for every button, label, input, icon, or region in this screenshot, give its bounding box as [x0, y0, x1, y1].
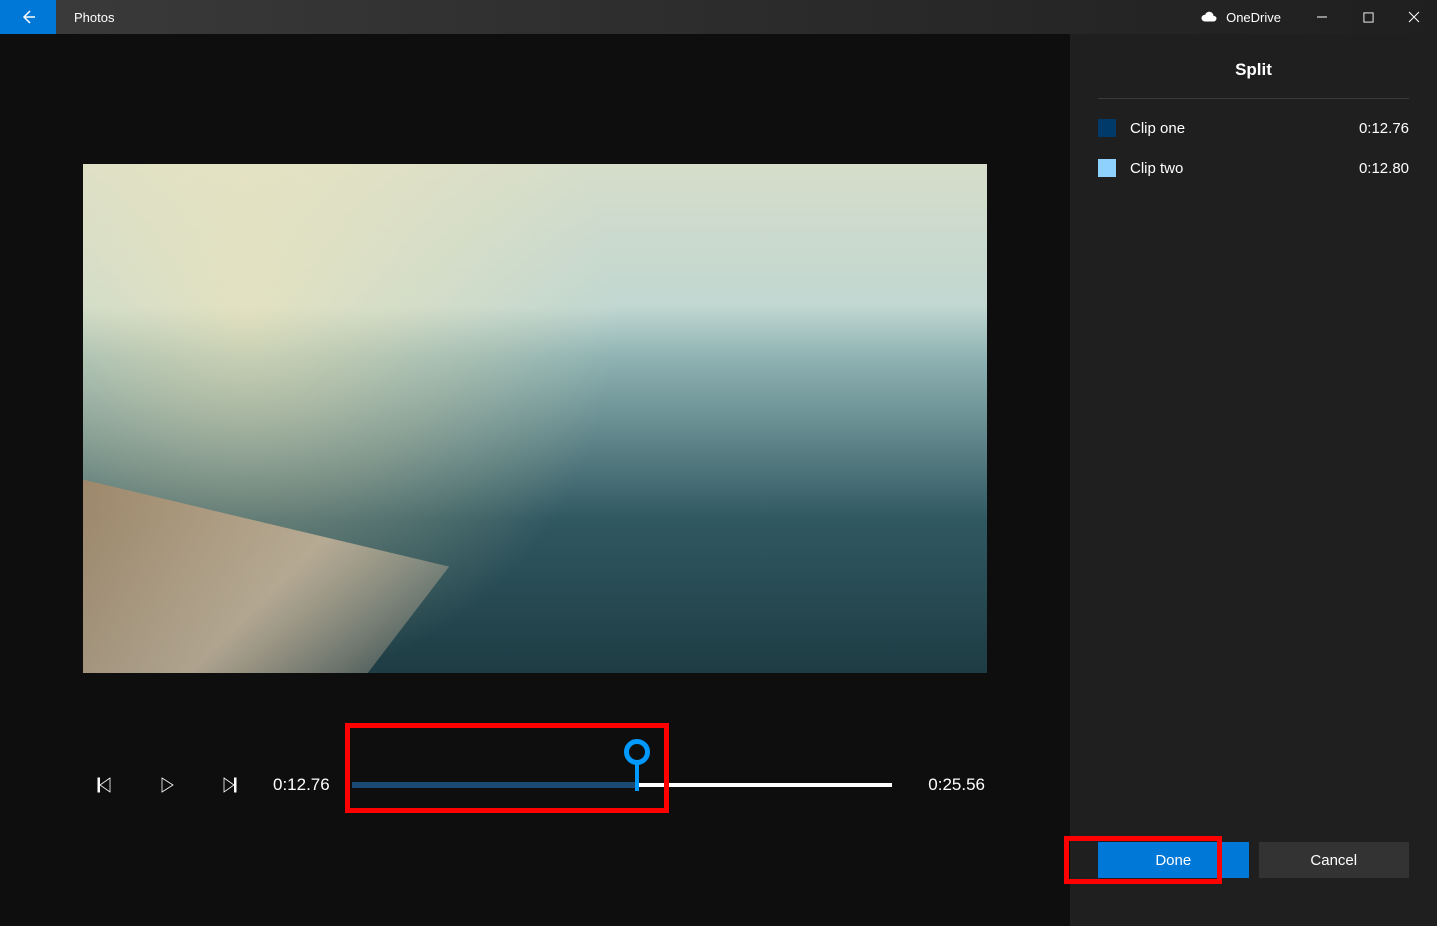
play-button[interactable] — [155, 773, 179, 797]
clip-label: Clip two — [1130, 160, 1345, 177]
playhead-stem — [635, 763, 639, 791]
editor-area: 0:12.76 0:25.56 — [0, 34, 1070, 926]
playback-controls: 0:12.76 0:25.56 — [85, 755, 985, 815]
control-buttons — [93, 773, 241, 797]
current-time: 0:12.76 — [273, 775, 330, 795]
cloud-icon — [1200, 11, 1218, 23]
total-time: 0:25.56 — [928, 775, 985, 795]
clip-color-swatch — [1098, 159, 1116, 177]
playhead-handle-icon — [624, 739, 650, 765]
minimize-icon — [1316, 11, 1328, 23]
close-icon — [1408, 11, 1420, 23]
clip-duration: 0:12.76 — [1359, 120, 1409, 137]
close-button[interactable] — [1391, 11, 1437, 23]
done-button[interactable]: Done — [1098, 842, 1249, 878]
sidebar-header: Split — [1098, 46, 1409, 99]
sidebar-title: Split — [1098, 60, 1409, 80]
clip-row-one[interactable]: Clip one 0:12.76 — [1098, 119, 1409, 137]
sidebar-actions: Done Cancel — [1070, 842, 1437, 926]
titlebar: Photos OneDrive — [0, 0, 1437, 34]
clip-color-swatch — [1098, 119, 1116, 137]
split-sidebar: Split Clip one 0:12.76 Clip two 0:12.80 … — [1070, 34, 1437, 926]
main-layout: 0:12.76 0:25.56 Split Clip one 0:12.76 — [0, 34, 1437, 926]
timeline-progress — [352, 782, 637, 788]
minimize-button[interactable] — [1299, 11, 1345, 23]
step-forward-button[interactable] — [217, 773, 241, 797]
app-title: Photos — [56, 0, 1182, 34]
video-frame — [83, 164, 987, 673]
onedrive-label: OneDrive — [1226, 10, 1281, 25]
play-icon — [158, 776, 176, 794]
titlebar-right: OneDrive — [1182, 0, 1437, 34]
timeline[interactable] — [352, 755, 893, 815]
timeline-playhead[interactable] — [624, 739, 650, 789]
clip-row-two[interactable]: Clip two 0:12.80 — [1098, 159, 1409, 177]
back-button[interactable] — [0, 0, 56, 34]
step-back-icon — [96, 776, 114, 794]
video-preview[interactable] — [83, 164, 987, 673]
maximize-icon — [1363, 12, 1374, 23]
step-forward-icon — [220, 776, 238, 794]
onedrive-indicator[interactable]: OneDrive — [1182, 10, 1299, 25]
cancel-button[interactable]: Cancel — [1259, 842, 1410, 878]
clip-label: Clip one — [1130, 120, 1345, 137]
highlight-timeline — [345, 723, 669, 813]
arrow-left-icon — [19, 8, 37, 26]
clip-duration: 0:12.80 — [1359, 160, 1409, 177]
step-back-button[interactable] — [93, 773, 117, 797]
maximize-button[interactable] — [1345, 12, 1391, 23]
clip-list: Clip one 0:12.76 Clip two 0:12.80 — [1070, 99, 1437, 177]
